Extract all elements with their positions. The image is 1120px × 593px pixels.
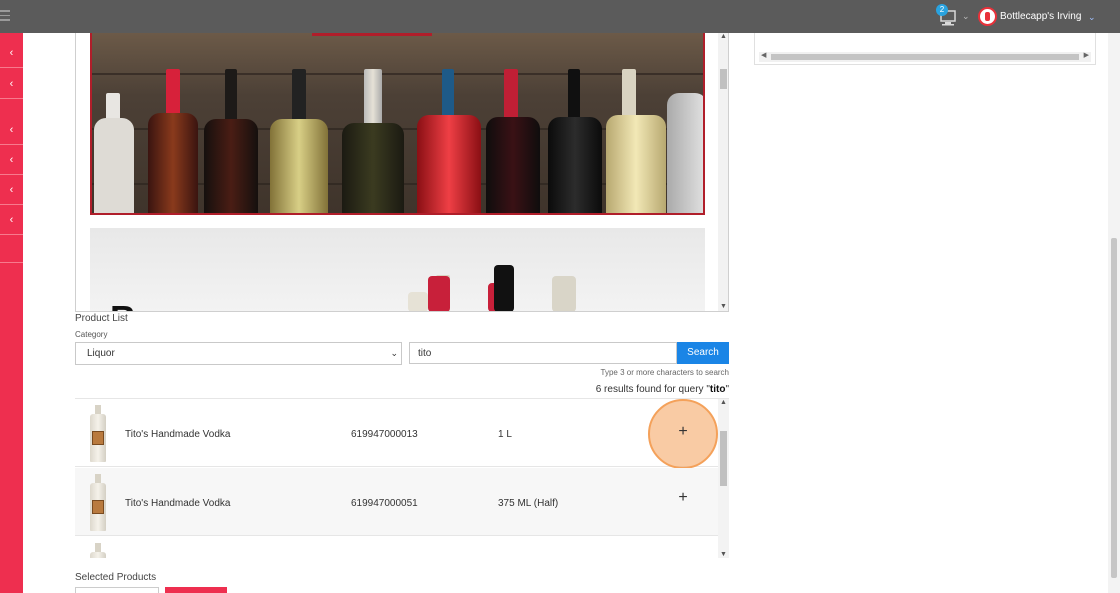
scrollbar-thumb[interactable]	[720, 431, 727, 486]
product-row: Tito's Handmade Vodka 619947000051 375 M…	[75, 468, 718, 536]
store-name[interactable]: Bottlecapp's Irving	[1000, 11, 1081, 22]
horizontal-scrollbar[interactable]: ◀ ▶	[759, 52, 1091, 62]
chevron-down-icon[interactable]: ⌄	[1074, 11, 1082, 22]
selected-products-button[interactable]	[75, 587, 159, 593]
product-row	[75, 537, 718, 558]
chevron-left-icon: ‹	[9, 78, 14, 90]
notification-badge: 2	[936, 4, 948, 16]
scrollbar-thumb[interactable]	[720, 69, 727, 89]
sidebar-item[interactable]: ‹	[0, 145, 23, 175]
chevron-left-icon: ‹	[9, 154, 14, 166]
results-scrollbar[interactable]: ▲ ▼	[718, 399, 729, 558]
scroll-right-icon[interactable]: ▶	[1084, 51, 1089, 59]
scrollbar-thumb[interactable]	[1111, 238, 1117, 578]
store-logo	[978, 7, 997, 26]
sidebar-item[interactable]: ‹	[0, 69, 23, 99]
product-name: Tito's Handmade Vodka	[125, 498, 231, 509]
sidebar-divider	[0, 233, 23, 263]
scroll-up-icon[interactable]: ▲	[720, 399, 727, 406]
category-select[interactable]: Liquor ⌄	[75, 342, 402, 365]
scrollbar-thumb[interactable]	[771, 54, 1079, 60]
chevron-down-icon[interactable]: ⌄	[962, 11, 970, 22]
sidebar: ‹ ‹ ‹ ‹ ‹ ‹	[0, 33, 23, 593]
menu-icon[interactable]	[0, 10, 10, 22]
chevron-left-icon: ‹	[9, 124, 14, 136]
sidebar-item[interactable]: ‹	[0, 175, 23, 205]
product-upc: 619947000051	[351, 498, 418, 509]
product-results-list: Tito's Handmade Vodka 619947000013 1 L +…	[75, 398, 729, 558]
add-product-button[interactable]: +	[673, 423, 693, 441]
sidebar-item[interactable]: ‹	[0, 205, 23, 235]
sidebar-item[interactable]: ‹	[0, 38, 23, 68]
product-size: 1 L	[498, 429, 512, 440]
right-panel: ◀ ▶	[754, 33, 1096, 65]
chevron-down-icon[interactable]: ⌄	[1088, 12, 1096, 23]
scroll-up-icon[interactable]: ▲	[720, 33, 727, 40]
product-image	[89, 405, 107, 463]
second-banner-image: B	[90, 228, 705, 311]
sidebar-item[interactable]: ‹	[0, 115, 23, 145]
scroll-down-icon[interactable]: ▼	[720, 551, 727, 558]
search-button[interactable]: Search	[677, 342, 729, 364]
banner-preview: B ▲ ▼	[75, 33, 729, 312]
bottles-banner-image	[90, 33, 705, 215]
top-bar: 2 ⌄ Bottlecapp's Irving ⌄ ⌄	[0, 0, 1120, 33]
results-query: tito	[709, 384, 726, 395]
add-product-button[interactable]: +	[673, 489, 693, 507]
selected-products-action-button[interactable]	[165, 587, 227, 593]
product-image	[89, 474, 107, 532]
notification-button[interactable]: 2	[936, 4, 958, 28]
preview-scrollbar[interactable]: ▲ ▼	[718, 33, 728, 311]
chevron-left-icon: ‹	[9, 47, 14, 59]
product-upc: 619947000013	[351, 429, 418, 440]
chevron-left-icon: ‹	[9, 214, 14, 226]
search-hint: Type 3 or more characters to search	[600, 368, 730, 377]
search-input[interactable]: tito	[409, 342, 677, 364]
chevron-down-icon: ⌄	[390, 348, 398, 358]
product-image	[89, 543, 107, 558]
category-select-value: Liquor	[87, 348, 115, 359]
chevron-left-icon: ‹	[9, 184, 14, 196]
selected-products-title: Selected Products	[75, 572, 157, 583]
results-suffix: "	[725, 384, 729, 395]
scroll-left-icon[interactable]: ◀	[761, 51, 766, 59]
results-summary: 6 results found for query "tito"	[530, 384, 729, 395]
product-list-title: Product List	[75, 313, 128, 324]
product-size: 375 ML (Half)	[498, 498, 559, 509]
scroll-down-icon[interactable]: ▼	[720, 303, 727, 310]
category-label: Category	[75, 330, 108, 339]
banner-text-fragment: B	[110, 298, 138, 311]
product-name: Tito's Handmade Vodka	[125, 429, 231, 440]
page-scrollbar[interactable]	[1108, 33, 1120, 593]
product-row: Tito's Handmade Vodka 619947000013 1 L +	[75, 399, 718, 469]
results-prefix: 6 results found for query "	[595, 384, 710, 395]
